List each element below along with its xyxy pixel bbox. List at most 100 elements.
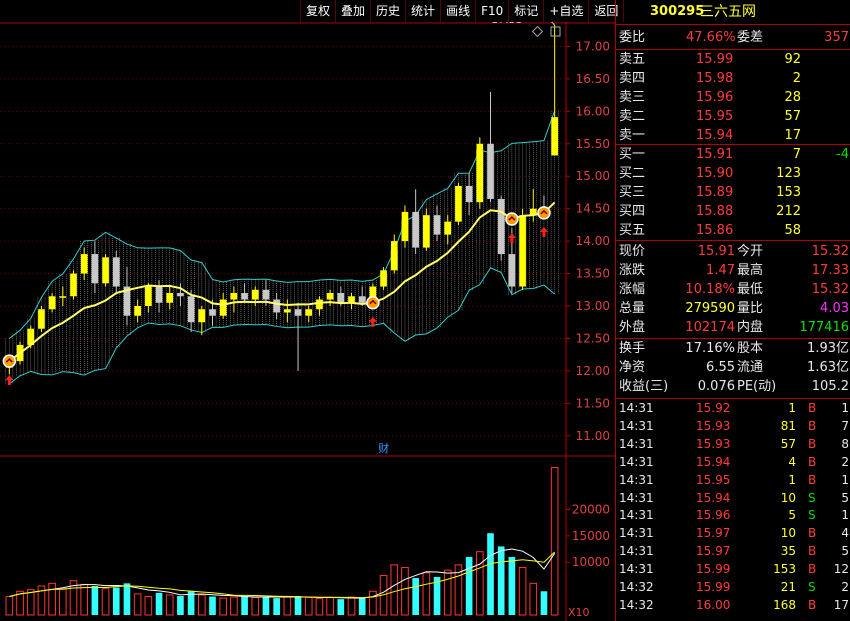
fund-label: 净资 — [619, 360, 646, 375]
level-volume: 123 — [776, 166, 801, 181]
trade-row: 14:31 15.93 57 B 8 — [616, 436, 850, 454]
toolbar-button-0[interactable]: 复权 — [300, 0, 337, 22]
window-icon[interactable] — [550, 26, 561, 37]
level-label: 卖四 — [619, 71, 646, 86]
volume-bar — [337, 599, 345, 615]
level-price: 15.91 — [696, 147, 734, 162]
trade-volume: 35 — [780, 544, 796, 559]
volume-bar — [412, 578, 419, 615]
trade-row: 14:31 15.97 10 B 4 — [616, 525, 850, 543]
trade-price: 15.97 — [696, 526, 731, 541]
candle-body — [455, 185, 462, 222]
fund-value: 6.55 — [706, 360, 735, 375]
volume-bar — [80, 583, 89, 616]
price-tick-label: 16.50 — [576, 72, 610, 86]
volume-bar — [5, 596, 14, 616]
trade-row: 14:31 15.93 81 B 7 — [616, 418, 850, 436]
candle-body — [70, 273, 77, 297]
fund-label: 流通 — [737, 360, 764, 375]
volume-bar — [358, 598, 366, 615]
candle-body — [487, 143, 494, 199]
ask-level-row: 卖二 15.95 57 — [616, 107, 850, 127]
weicha-value: 357 — [824, 30, 849, 45]
candle-body — [380, 270, 387, 287]
trade-side: B — [808, 526, 817, 541]
volume-bar — [133, 593, 142, 616]
candle-body — [112, 257, 120, 287]
volume-bar — [540, 591, 548, 615]
candle-body — [337, 293, 345, 303]
stat-label: 总量 — [619, 301, 646, 316]
trade-time: 14:31 — [619, 436, 654, 451]
toolbar-button-7[interactable]: +自选 — [543, 0, 590, 22]
candle-body — [273, 299, 280, 313]
level-volume: 7 — [792, 147, 801, 162]
divider — [616, 240, 850, 241]
volume-ma10 — [9, 551, 556, 599]
level-price: 15.89 — [696, 185, 734, 200]
toolbar-button-5[interactable]: F10 — [475, 0, 510, 22]
candle-body — [476, 143, 484, 203]
stat-label: 今开 — [737, 244, 764, 259]
volume-bar — [112, 587, 120, 615]
fund-label: 换手 — [619, 341, 646, 356]
candle-body — [198, 309, 206, 323]
trade-row: 14:31 15.92 1 B 1 — [616, 400, 850, 418]
stock-name: 三六五网 — [700, 4, 756, 20]
volume-bar — [48, 582, 56, 616]
ask-level-row: 卖四 15.98 2 — [616, 69, 850, 89]
volume-bar — [123, 583, 131, 615]
bid-level-row: 买五 15.86 58 — [616, 221, 850, 241]
trade-row: 14:31 15.99 153 B 12 — [616, 561, 850, 579]
weibi-value: 47.66% — [686, 30, 736, 45]
candle-body — [102, 257, 109, 284]
candle-body — [155, 286, 163, 303]
trade-time: 14:31 — [619, 454, 654, 469]
trade-price: 15.95 — [696, 472, 731, 487]
volume-bar — [487, 533, 494, 615]
bid-level-row: 买三 15.89 153 — [616, 183, 850, 203]
stat-label: 涨幅 — [619, 282, 646, 297]
volume-bar — [101, 588, 110, 616]
level-price: 15.86 — [696, 223, 734, 238]
toolbar-button-1[interactable]: 叠加 — [335, 0, 372, 22]
level-label: 买四 — [619, 204, 646, 219]
volume-bar — [326, 597, 334, 616]
level-label: 卖五 — [619, 52, 646, 67]
candle-body — [390, 241, 398, 271]
level-price: 15.98 — [696, 71, 734, 86]
toolbar-button-2[interactable]: 历史 — [370, 0, 407, 22]
volume-tick-label: 20000 — [572, 502, 610, 516]
toolbar-button-6[interactable]: 标记 — [508, 0, 545, 22]
price-tick-label: 13.50 — [576, 267, 610, 281]
level-volume: 58 — [784, 223, 801, 238]
toolbar-button-4[interactable]: 画线 — [440, 0, 477, 22]
stat-label: 最低 — [737, 282, 764, 297]
toolbar-button-3[interactable]: 统计 — [405, 0, 442, 22]
trade-side: B — [808, 454, 817, 469]
volume-bar — [177, 596, 184, 615]
finance-marker[interactable]: 财 — [378, 441, 389, 455]
kline-chart[interactable]: 17.00 16.50 16.00 15.50 15.00 14.50 14.00 13.50… — [0, 0, 615, 621]
trade-volume: 1 — [788, 401, 796, 415]
trade-price: 15.94 — [696, 490, 731, 505]
level-volume: 17 — [784, 128, 801, 143]
ask-level-row: 卖五 15.99 92 — [616, 50, 850, 70]
stat-value: 15.32 — [811, 282, 849, 297]
bid-level-row: 买四 15.88 212 — [616, 202, 850, 222]
volume-bar — [165, 594, 174, 616]
candle-body — [497, 198, 505, 255]
price-axis: 17.00 16.50 16.00 15.50 15.00 14.50 14.00 13.50… — [566, 39, 610, 443]
fund-label: 收益(三) — [619, 379, 669, 394]
trade-volume: 5 — [788, 508, 796, 523]
diamond-icon — [531, 25, 544, 38]
level-volume: 28 — [784, 90, 801, 105]
stat-value: 102174 — [685, 320, 735, 335]
level-label: 买三 — [619, 185, 646, 200]
price-tick-label: 15.00 — [576, 169, 610, 183]
trade-volume: 4 — [788, 454, 796, 469]
trade-count: 7 — [841, 418, 849, 433]
trade-time: 14:31 — [619, 508, 654, 523]
candle-body — [241, 293, 248, 300]
trade-time: 14:32 — [619, 597, 654, 612]
